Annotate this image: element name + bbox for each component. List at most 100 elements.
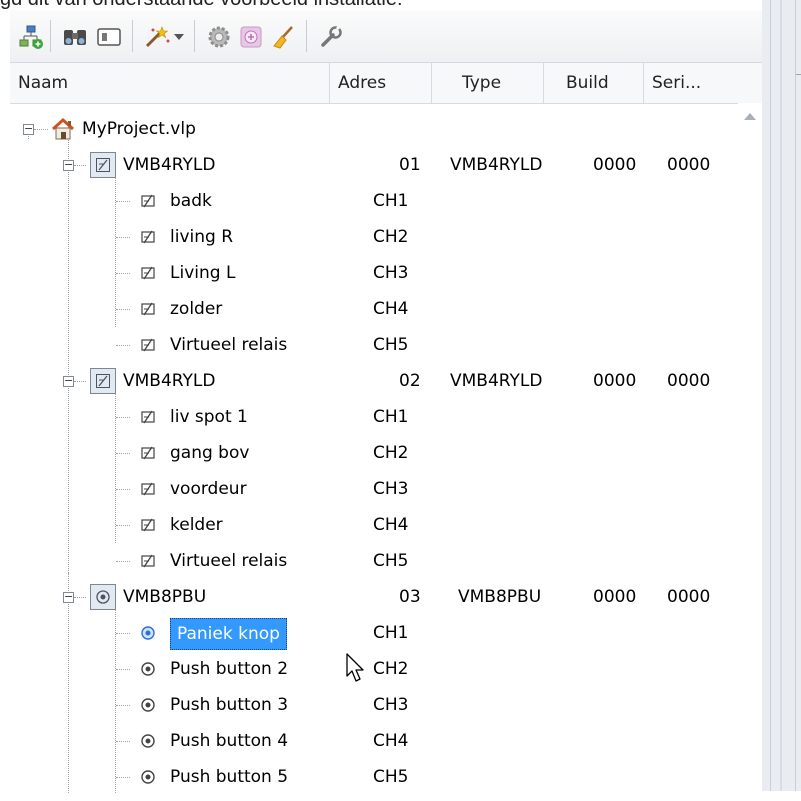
channel-number: CH4 bbox=[373, 731, 409, 751]
relay-icon bbox=[138, 551, 158, 571]
gear-icon[interactable] bbox=[204, 22, 234, 52]
module-serial: 0000 bbox=[667, 371, 711, 391]
tree-row-module[interactable]: − VMB4RYLD 02 VMB4RYLD 0000 0000 bbox=[10, 363, 738, 399]
dropdown-arrow-icon[interactable] bbox=[170, 22, 188, 52]
module-address: 03 bbox=[399, 587, 421, 607]
tree-row-channel-selected[interactable]: Paniek knop CH1 bbox=[10, 615, 738, 651]
module-type: VMB8PBU bbox=[458, 587, 542, 607]
tree-row-module[interactable]: − VMB4RYLD 01 VMB4RYLD 0000 0000 bbox=[10, 147, 738, 183]
collapse-toggle[interactable]: − bbox=[63, 159, 74, 171]
module-address: 01 bbox=[399, 155, 421, 175]
tree-row-channel[interactable]: zolder CH4 bbox=[10, 291, 738, 327]
column-header-type[interactable]: Type bbox=[432, 63, 544, 103]
broom-icon[interactable] bbox=[268, 22, 298, 52]
channel-number: CH2 bbox=[373, 659, 409, 679]
tree-row-channel[interactable]: living R CH2 bbox=[10, 219, 738, 255]
vertical-scrollbar[interactable] bbox=[738, 103, 762, 801]
collapse-toggle[interactable]: − bbox=[63, 591, 74, 603]
tree-row-channel[interactable]: Virtueel relais CH5 bbox=[10, 327, 738, 363]
relay-icon bbox=[138, 299, 158, 319]
push-button-icon bbox=[138, 659, 158, 679]
module-serial: 0000 bbox=[667, 587, 711, 607]
wrench-icon[interactable] bbox=[316, 22, 346, 52]
channel-number: CH2 bbox=[373, 227, 409, 247]
relay-icon bbox=[138, 515, 158, 535]
channel-name: Living L bbox=[170, 263, 236, 283]
push-button-icon bbox=[138, 623, 158, 643]
relay-icon bbox=[138, 227, 158, 247]
channel-name: kelder bbox=[170, 515, 223, 535]
relay-module-icon bbox=[90, 152, 116, 178]
scroll-up-arrow-icon[interactable] bbox=[744, 113, 756, 120]
channel-name: badk bbox=[170, 191, 212, 211]
channel-name: Virtueel relais bbox=[170, 551, 288, 571]
relay-icon bbox=[138, 479, 158, 499]
tree-row-channel[interactable]: gang bov CH2 bbox=[10, 435, 738, 471]
module-build: 0000 bbox=[593, 155, 637, 175]
binoculars-icon[interactable] bbox=[60, 22, 90, 52]
mouse-pointer-icon bbox=[346, 653, 366, 688]
channel-number: CH3 bbox=[373, 695, 409, 715]
tree-row-channel[interactable]: voordeur CH3 bbox=[10, 471, 738, 507]
module-build: 0000 bbox=[593, 587, 637, 607]
magic-wand-icon[interactable] bbox=[142, 22, 172, 52]
channel-name: voordeur bbox=[170, 479, 247, 499]
tree-row-channel[interactable]: Push button 4 CH4 bbox=[10, 723, 738, 759]
collapse-toggle[interactable]: − bbox=[23, 123, 34, 135]
tree-row-channel[interactable]: Push button 2 CH2 bbox=[10, 651, 738, 687]
tree-row-channel[interactable]: liv spot 1 CH1 bbox=[10, 399, 738, 435]
channel-name: Push button 2 bbox=[170, 659, 289, 679]
channel-name: zolder bbox=[170, 299, 223, 319]
collapse-toggle[interactable]: − bbox=[63, 375, 74, 387]
module-name: VMB4RYLD bbox=[123, 371, 216, 391]
channel-number: CH4 bbox=[373, 515, 409, 535]
relay-icon bbox=[138, 335, 158, 355]
channel-number: CH2 bbox=[373, 443, 409, 463]
add-module-icon[interactable] bbox=[16, 22, 46, 52]
module-type: VMB4RYLD bbox=[450, 371, 543, 391]
window-icon[interactable] bbox=[94, 22, 124, 52]
relay-icon bbox=[138, 263, 158, 283]
tree-row-channel[interactable]: badk CH1 bbox=[10, 183, 738, 219]
channel-name: Push button 4 bbox=[170, 731, 289, 751]
tree-row-channel[interactable]: Push button 3 CH3 bbox=[10, 687, 738, 723]
module-name: VMB8PBU bbox=[123, 587, 207, 607]
push-button-icon bbox=[138, 731, 158, 751]
relay-module-icon bbox=[90, 368, 116, 394]
push-button-icon bbox=[138, 695, 158, 715]
channel-number: CH5 bbox=[373, 551, 409, 571]
column-header-naam[interactable]: Naam bbox=[10, 63, 330, 103]
tree-row-project[interactable]: − MyProject.vlp bbox=[10, 111, 738, 147]
channel-name: liv spot 1 bbox=[170, 407, 248, 427]
channel-number: CH4 bbox=[373, 299, 409, 319]
plus-box-icon[interactable] bbox=[236, 22, 266, 52]
module-build: 0000 bbox=[593, 371, 637, 391]
project-tree-panel: Naam Adres Type Build Seri... − MyProjec… bbox=[10, 10, 762, 801]
channel-name: Push button 3 bbox=[170, 695, 289, 715]
channel-name[interactable]: Paniek knop bbox=[170, 618, 287, 650]
tree-row-channel[interactable]: Living L CH3 bbox=[10, 255, 738, 291]
home-icon bbox=[50, 116, 76, 142]
tree-row-channel[interactable]: kelder CH4 bbox=[10, 507, 738, 543]
tree-row-channel[interactable]: Virtueel relais CH5 bbox=[10, 543, 738, 579]
page-caption-text: gd dit van onderstaande voorbeeld instal… bbox=[0, 0, 780, 10]
column-header-adres[interactable]: Adres bbox=[330, 63, 432, 103]
module-serial: 0000 bbox=[667, 155, 711, 175]
channel-number: CH5 bbox=[373, 335, 409, 355]
column-header: Naam Adres Type Build Seri... bbox=[10, 63, 762, 104]
channel-number: CH1 bbox=[373, 623, 409, 643]
column-header-build[interactable]: Build bbox=[544, 63, 644, 103]
column-header-serial[interactable]: Seri... bbox=[644, 63, 762, 103]
channel-number: CH5 bbox=[373, 767, 409, 787]
pushbutton-module-icon bbox=[90, 584, 116, 610]
channel-number: CH1 bbox=[373, 191, 409, 211]
relay-icon bbox=[138, 191, 158, 211]
channel-number: CH3 bbox=[373, 479, 409, 499]
tree-row-channel[interactable]: Push button 5 CH5 bbox=[10, 759, 738, 793]
channel-name: gang bov bbox=[170, 443, 250, 463]
module-address: 02 bbox=[399, 371, 421, 391]
channel-number: CH3 bbox=[373, 263, 409, 283]
push-button-icon bbox=[138, 767, 158, 787]
module-tree: − MyProject.vlp − VMB4RYLD 01 VMB4RYLD 0… bbox=[10, 103, 738, 793]
tree-row-module[interactable]: − VMB8PBU 03 VMB8PBU 0000 0000 bbox=[10, 579, 738, 615]
